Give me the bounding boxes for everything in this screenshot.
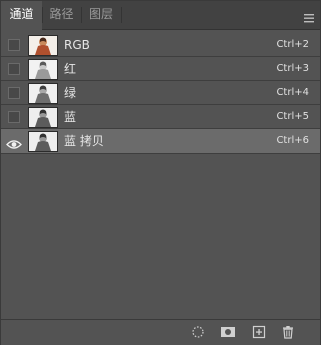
tab-paths[interactable]: 路径 — [42, 1, 81, 29]
panel-menu-icon[interactable] — [303, 9, 315, 23]
new-channel-icon[interactable] — [252, 325, 266, 339]
channel-name: 蓝 — [64, 110, 77, 124]
channel-shortcut: Ctrl+4 — [276, 87, 309, 98]
channel-shortcut: Ctrl+6 — [276, 135, 309, 146]
channel-row-blue-copy[interactable]: 蓝 拷贝 Ctrl+6 — [1, 129, 320, 153]
channel-thumbnail — [28, 59, 58, 80]
channel-name: 蓝 拷贝 — [64, 134, 104, 148]
row-divider — [1, 128, 320, 129]
channel-row-rgb[interactable]: RGB Ctrl+2 — [1, 33, 320, 57]
visibility-toggle[interactable] — [8, 111, 20, 123]
channel-thumbnail — [28, 83, 58, 104]
row-divider — [1, 80, 320, 81]
channel-name: 绿 — [64, 86, 77, 100]
panel-tab-bar: 通道 路径 图层 — [1, 1, 320, 30]
row-divider — [1, 153, 320, 154]
channel-thumbnail — [28, 131, 58, 152]
row-divider — [1, 104, 320, 105]
channel-shortcut: Ctrl+5 — [276, 111, 309, 122]
channel-name: 红 — [64, 62, 77, 76]
channel-thumbnail — [28, 107, 58, 128]
channel-name: RGB — [64, 38, 90, 52]
save-selection-mask-icon[interactable] — [220, 325, 236, 339]
tab-layers[interactable]: 图层 — [81, 1, 121, 29]
channel-thumbnail — [28, 35, 58, 56]
channels-panel: 通道 路径 图层 RGB Ctrl+2 红 Ctrl+3 绿 Ctrl+4 蓝 … — [0, 0, 321, 345]
channel-row-green[interactable]: 绿 Ctrl+4 — [1, 81, 320, 105]
tab-divider — [121, 7, 122, 23]
channel-row-red[interactable]: 红 Ctrl+3 — [1, 57, 320, 81]
visibility-toggle[interactable] — [8, 87, 20, 99]
tab-channels[interactable]: 通道 — [1, 1, 42, 30]
channel-row-blue[interactable]: 蓝 Ctrl+5 — [1, 105, 320, 129]
visibility-toggle[interactable] — [8, 39, 20, 51]
load-selection-icon[interactable] — [191, 325, 205, 339]
row-divider — [1, 56, 320, 57]
channel-shortcut: Ctrl+3 — [276, 63, 309, 74]
eye-icon[interactable] — [6, 135, 22, 149]
panel-bottom-toolbar — [1, 319, 320, 345]
delete-channel-icon[interactable] — [281, 325, 295, 339]
channel-shortcut: Ctrl+2 — [276, 39, 309, 50]
visibility-toggle[interactable] — [8, 63, 20, 75]
